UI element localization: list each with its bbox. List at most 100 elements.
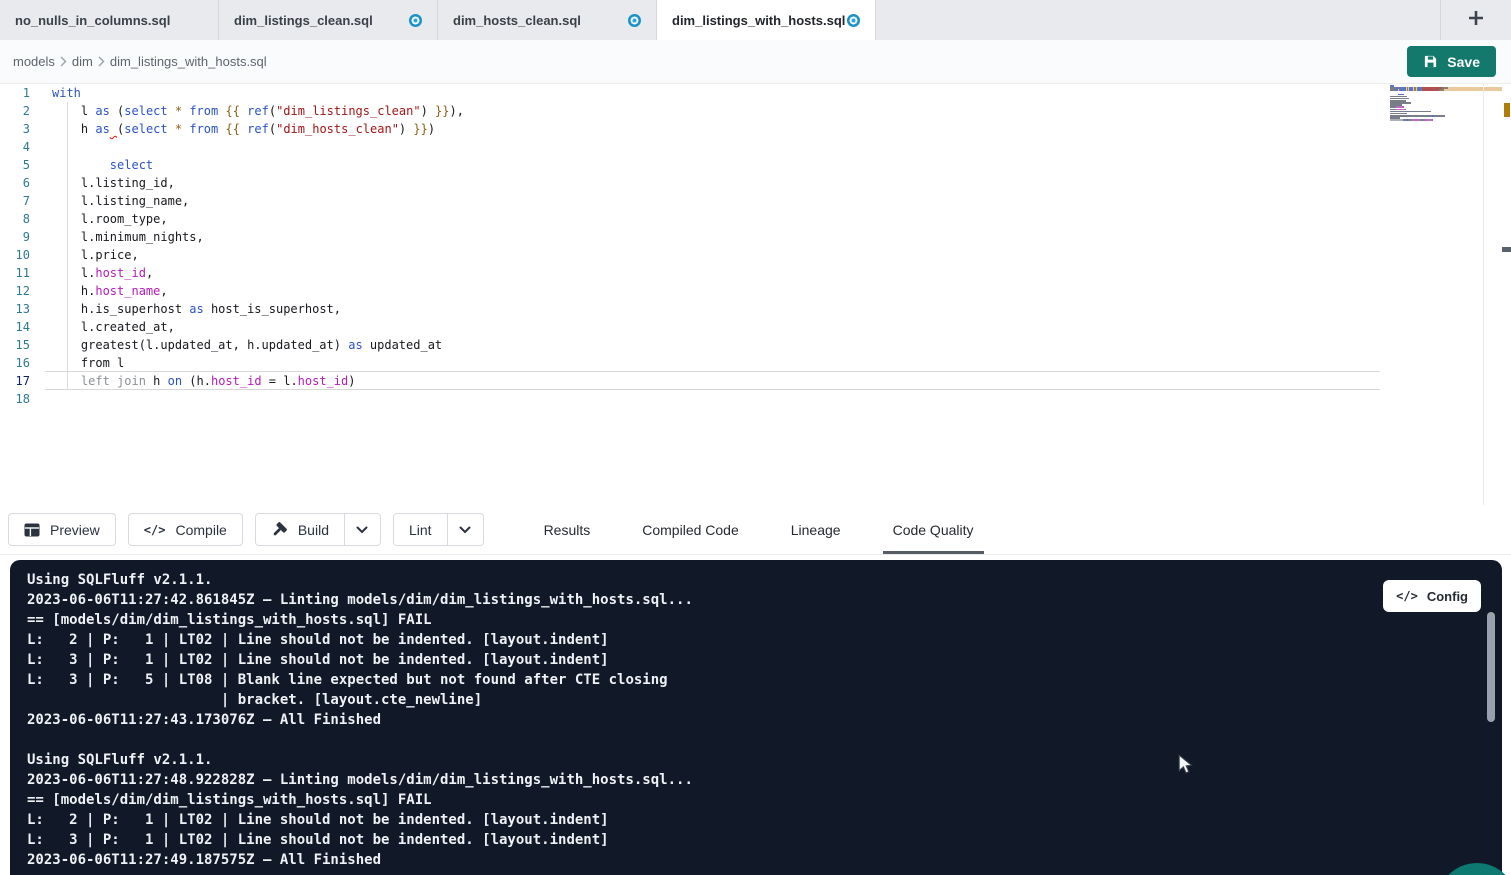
line-number[interactable]: 15 bbox=[0, 336, 30, 354]
panel-tab-compiled-code[interactable]: Compiled Code bbox=[638, 505, 743, 554]
panel-tab-code-quality[interactable]: Code Quality bbox=[889, 505, 978, 554]
lint-button-label: Lint bbox=[409, 522, 432, 538]
unsaved-indicator-icon[interactable] bbox=[628, 14, 641, 27]
lint-dropdown-button[interactable] bbox=[447, 514, 483, 545]
save-button-label: Save bbox=[1447, 54, 1480, 70]
unsaved-indicator-icon[interactable] bbox=[847, 14, 860, 27]
overview-ruler-divider bbox=[1483, 84, 1484, 505]
config-button[interactable]: </> Config bbox=[1383, 580, 1481, 612]
editor-tab[interactable]: no_nulls_in_columns.sql bbox=[0, 0, 219, 40]
line-number[interactable]: 6 bbox=[0, 174, 30, 192]
line-number[interactable]: 3 bbox=[0, 120, 30, 138]
code-line-text: l.price, bbox=[52, 246, 139, 264]
build-dropdown-button[interactable] bbox=[344, 514, 380, 545]
code-line-text: h as (select * from {{ ref("dim_hosts_cl… bbox=[52, 120, 435, 138]
code-line[interactable]: 14 l.created_at, bbox=[0, 318, 1383, 336]
code-line-text: l.host_id, bbox=[52, 264, 153, 282]
code-line[interactable]: 17 left join h on (h.host_id = l.host_id… bbox=[0, 372, 1383, 390]
code-line-text: l as (select * from {{ ref("dim_listings… bbox=[52, 102, 464, 120]
new-tab-button[interactable] bbox=[1440, 0, 1511, 40]
code-line[interactable]: 7 l.listing_name, bbox=[0, 192, 1383, 210]
code-line[interactable]: 1with bbox=[0, 84, 1383, 102]
code-quality-terminal: Using SQLFluff v2.1.1. 2023-06-06T11:27:… bbox=[10, 560, 1502, 875]
build-split-button: Build bbox=[255, 513, 381, 546]
code-line[interactable]: 10 l.price, bbox=[0, 246, 1383, 264]
code-line[interactable]: 12 h.host_name, bbox=[0, 282, 1383, 300]
plus-icon bbox=[1466, 8, 1486, 33]
panel-tab-lineage[interactable]: Lineage bbox=[787, 505, 845, 554]
code-line[interactable]: 8 l.room_type, bbox=[0, 210, 1383, 228]
unsaved-indicator-icon[interactable] bbox=[409, 14, 422, 27]
floppy-disk-icon bbox=[1423, 54, 1438, 69]
build-button[interactable]: Build bbox=[256, 514, 344, 545]
line-number[interactable]: 16 bbox=[0, 354, 30, 372]
editor-tab-label: dim_listings_clean.sql bbox=[234, 13, 373, 28]
line-number[interactable]: 13 bbox=[0, 300, 30, 318]
result-panel-tabs: Results Compiled Code Lineage Code Quality bbox=[540, 505, 978, 554]
code-line-text: h.host_name, bbox=[52, 282, 168, 300]
line-number[interactable]: 11 bbox=[0, 264, 30, 282]
code-line[interactable]: 18 bbox=[0, 390, 1383, 408]
editor-tab[interactable]: dim_hosts_clean.sql bbox=[438, 0, 657, 40]
code-line-text: l.room_type, bbox=[52, 210, 168, 228]
terminal-scrollbar-thumb[interactable] bbox=[1487, 612, 1495, 722]
editor-tab[interactable]: dim_listings_clean.sql bbox=[219, 0, 438, 40]
line-number[interactable]: 9 bbox=[0, 228, 30, 246]
code-line[interactable]: 13 h.is_superhost as host_is_superhost, bbox=[0, 300, 1383, 318]
editor-tab-label: dim_listings_with_hosts.sql bbox=[672, 13, 845, 28]
code-line[interactable]: 15 greatest(l.updated_at, h.updated_at) … bbox=[0, 336, 1383, 354]
code-line[interactable]: 2 l as (select * from {{ ref("dim_listin… bbox=[0, 102, 1383, 120]
code-line[interactable]: 16 from l bbox=[0, 354, 1383, 372]
terminal-output: Using SQLFluff v2.1.1. 2023-06-06T11:27:… bbox=[10, 560, 1502, 870]
line-number[interactable]: 5 bbox=[0, 156, 30, 174]
line-number[interactable]: 7 bbox=[0, 192, 30, 210]
table-grid-icon bbox=[24, 523, 40, 537]
code-line-text: left join h on (h.host_id = l.host_id) bbox=[52, 372, 355, 390]
breadcrumb-item[interactable]: dim_listings_with_hosts.sql bbox=[110, 54, 267, 69]
breadcrumb-item[interactable]: models bbox=[13, 54, 55, 69]
code-line-text: l.listing_id, bbox=[52, 174, 175, 192]
code-line[interactable]: 9 l.minimum_nights, bbox=[0, 228, 1383, 246]
code-line[interactable]: 11 l.host_id, bbox=[0, 264, 1383, 282]
line-number[interactable]: 2 bbox=[0, 102, 30, 120]
preview-button-label: Preview bbox=[50, 522, 100, 538]
line-number[interactable]: 18 bbox=[0, 390, 30, 408]
overview-ruler-cursor-mark bbox=[1502, 247, 1511, 252]
code-area[interactable]: 1with2 l as (select * from {{ ref("dim_l… bbox=[0, 84, 1383, 408]
chevron-down-icon bbox=[459, 526, 471, 534]
code-editor[interactable]: 1with2 l as (select * from {{ ref("dim_l… bbox=[0, 84, 1511, 505]
panel-tab-results[interactable]: Results bbox=[540, 505, 595, 554]
line-number[interactable]: 10 bbox=[0, 246, 30, 264]
line-number[interactable]: 4 bbox=[0, 138, 30, 156]
code-line[interactable]: 6 l.listing_id, bbox=[0, 174, 1383, 192]
code-line-text: l.created_at, bbox=[52, 318, 175, 336]
breadcrumb-item[interactable]: dim bbox=[72, 54, 93, 69]
save-button[interactable]: Save bbox=[1407, 46, 1496, 77]
file-header-bar: models dim dim_listings_with_hosts.sql Sav… bbox=[0, 40, 1511, 84]
line-number[interactable]: 12 bbox=[0, 282, 30, 300]
code-line-text: l.listing_name, bbox=[52, 192, 189, 210]
tab-bar-spacer bbox=[876, 0, 1440, 40]
hammer-icon bbox=[271, 521, 288, 538]
code-line[interactable]: 3 h as (select * from {{ ref("dim_hosts_… bbox=[0, 120, 1383, 138]
code-line[interactable]: 4 bbox=[0, 138, 1383, 156]
line-number[interactable]: 14 bbox=[0, 318, 30, 336]
line-number[interactable]: 17 bbox=[0, 372, 30, 390]
editor-tab-label: no_nulls_in_columns.sql bbox=[15, 13, 170, 28]
editor-tab[interactable]: dim_listings_with_hosts.sql bbox=[657, 0, 876, 40]
compile-button[interactable]: </> Compile bbox=[128, 513, 243, 546]
code-brackets-icon: </> bbox=[144, 523, 166, 537]
code-line[interactable]: 5 select bbox=[0, 156, 1383, 174]
lint-button[interactable]: Lint bbox=[394, 514, 447, 545]
preview-button[interactable]: Preview bbox=[8, 513, 116, 546]
code-line-text: greatest(l.updated_at, h.updated_at) as … bbox=[52, 336, 442, 354]
lint-split-button: Lint bbox=[393, 513, 484, 546]
chevron-down-icon bbox=[356, 526, 368, 534]
config-button-label: Config bbox=[1427, 589, 1468, 604]
line-number[interactable]: 1 bbox=[0, 84, 30, 102]
breadcrumb: models dim dim_listings_with_hosts.sql bbox=[13, 54, 267, 69]
minimap[interactable] bbox=[1390, 85, 1482, 124]
code-line-text: l.minimum_nights, bbox=[52, 228, 204, 246]
line-number[interactable]: 8 bbox=[0, 210, 30, 228]
editor-tab-bar: no_nulls_in_columns.sql dim_listings_clea… bbox=[0, 0, 1511, 40]
